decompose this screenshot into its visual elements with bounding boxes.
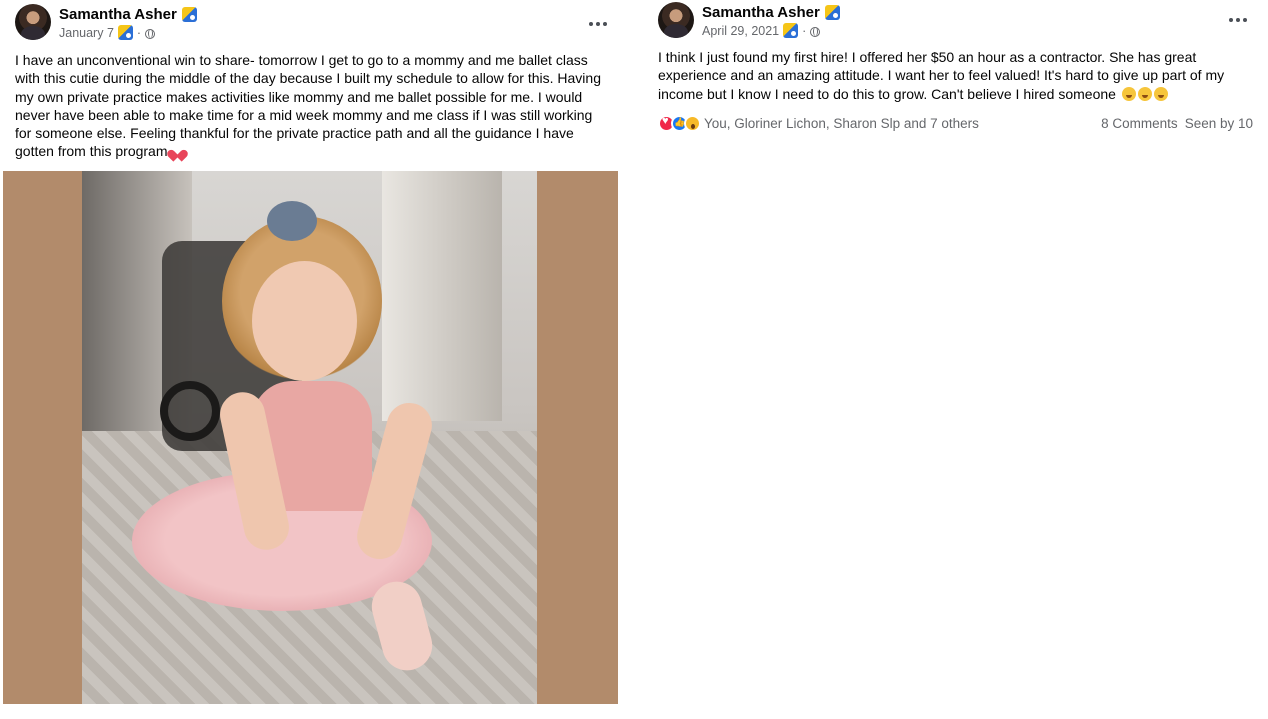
group-badge-icon [181,7,197,22]
globe-icon[interactable] [145,28,156,39]
photo-bg-door [382,171,502,421]
post-photo[interactable] [3,171,618,704]
reactions-bar: You, Gloriner Lichon, Sharon Slp and 7 o… [658,113,1253,133]
post-meta: January 7 · [59,25,156,40]
seen-count[interactable]: Seen by 10 [1185,116,1253,131]
author-row: Samantha Asher [59,6,197,23]
reaction-icons[interactable] [658,114,701,132]
smile-emoji-icon [1137,86,1152,101]
author-avatar[interactable] [15,4,51,40]
post-date[interactable]: April 29, 2021 [702,24,779,38]
author-name[interactable]: Samantha Asher [59,6,177,23]
group-badge-icon [824,5,840,20]
smile-emoji-icon [1153,86,1168,101]
more-options-icon[interactable] [1226,12,1250,28]
globe-icon[interactable] [810,26,821,37]
wow-reaction-icon [684,114,701,132]
author-avatar[interactable] [658,2,694,38]
post-card-2: Samantha Asher April 29, 2021 · I think … [650,0,1268,160]
smile-emoji-icon [1121,86,1136,101]
photo-image[interactable] [82,171,537,704]
comments-count[interactable]: 8 Comments [1101,116,1178,131]
post-header: Samantha Asher January 7 · [15,4,615,44]
post-meta: April 29, 2021 · [702,23,821,38]
more-options-icon[interactable] [586,16,610,32]
post-text: I have an unconventional win to share- t… [15,51,610,161]
reaction-names[interactable]: You, Gloriner Lichon, Sharon Slp and 7 o… [704,116,1101,131]
post-card-1: Samantha Asher January 7 · I have an unc… [0,0,630,719]
post-header: Samantha Asher April 29, 2021 · [658,2,1258,42]
group-badge-icon [783,23,799,38]
group-badge-icon [117,25,133,40]
meta-dot: · [802,23,807,38]
post-counts: 8 Comments Seen by 10 [1101,116,1253,131]
author-row: Samantha Asher [702,4,840,21]
author-name[interactable]: Samantha Asher [702,4,820,21]
photo-face [252,261,357,381]
post-text-content: I have an unconventional win to share- t… [15,52,601,160]
post-date[interactable]: January 7 [59,26,114,40]
meta-dot: · [136,25,142,40]
photo-hair-bow [267,201,317,241]
heart-emoji-icon [171,145,185,157]
post-text: I think I just found my first hire! I of… [658,48,1248,103]
photo-stroller-wheel [160,381,220,441]
